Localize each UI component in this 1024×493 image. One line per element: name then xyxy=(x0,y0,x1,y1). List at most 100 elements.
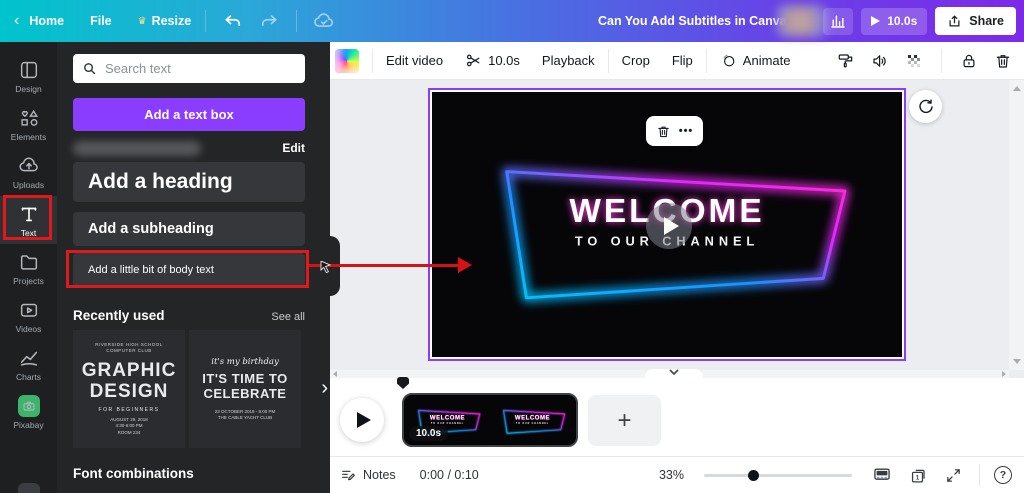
search-input[interactable] xyxy=(105,61,296,76)
status-bar: Notes 0:00 / 0:10 33% 1 ? xyxy=(330,456,1024,493)
recently-used-heading: Recently used xyxy=(73,308,165,323)
playback-time: 0:00 / 0:10 xyxy=(420,468,479,482)
sidebar-item-label: Charts xyxy=(16,372,41,382)
sidebar-item-charts[interactable]: Charts xyxy=(0,340,57,388)
resize-button[interactable]: ♛ Resize xyxy=(138,14,192,28)
sidebar-item-partial[interactable] xyxy=(18,483,40,493)
share-button[interactable]: Share xyxy=(935,7,1016,35)
card-title: DESIGN xyxy=(90,381,169,402)
trim-duration-button[interactable]: 10.0s xyxy=(465,52,520,69)
card-title: IT'S TIME TO xyxy=(202,371,287,386)
video-play-overlay-button[interactable] xyxy=(646,203,692,249)
add-subheading-option[interactable]: Add a subheading xyxy=(73,212,305,246)
analytics-button[interactable] xyxy=(823,8,853,35)
delete-icon[interactable] xyxy=(656,124,671,139)
file-menu[interactable]: File xyxy=(90,14,112,28)
sidebar-item-videos[interactable]: Videos xyxy=(0,292,57,340)
line-chart-icon xyxy=(18,347,40,369)
add-body-text-option[interactable]: Add a little bit of body text xyxy=(73,253,305,287)
sidebar-item-elements[interactable]: Elements xyxy=(0,100,57,148)
crown-icon: ♛ xyxy=(138,16,147,27)
transparency-icon[interactable] xyxy=(905,52,923,70)
color-picker-swatch[interactable] xyxy=(335,49,359,73)
animate-button[interactable]: Animate xyxy=(720,52,791,69)
clip-thumbnail xyxy=(490,396,575,444)
sidebar-item-design[interactable]: Design xyxy=(0,52,57,100)
sidebar-item-label: Design xyxy=(15,84,41,94)
playhead-marker[interactable] xyxy=(397,377,409,389)
sidebar-item-label: Text xyxy=(21,228,37,238)
bar-chart-icon xyxy=(830,13,846,29)
fullscreen-icon[interactable] xyxy=(945,467,962,484)
scroll-down-arrow[interactable] xyxy=(1013,359,1021,364)
undo-button[interactable] xyxy=(220,8,246,34)
cloud-check-icon xyxy=(313,10,335,32)
back-icon[interactable]: ‹ xyxy=(14,13,19,29)
timeline-clip[interactable]: 10.0s xyxy=(402,393,578,447)
card-title: GRAPHIC xyxy=(82,360,177,381)
template-card-celebrate[interactable]: it's my birthday IT'S TIME TO CELEBRATE … xyxy=(189,330,301,448)
lock-icon[interactable] xyxy=(960,52,978,70)
scroll-up-arrow[interactable] xyxy=(1013,86,1021,91)
card-subtitle: FOR BEGINNERS xyxy=(99,407,160,413)
help-button[interactable]: ? xyxy=(994,466,1012,484)
element-context-toolbar: ••• xyxy=(646,116,703,146)
timeline-collapse-tab[interactable] xyxy=(645,369,703,381)
sidebar-item-text[interactable]: Text xyxy=(0,196,57,244)
share-icon xyxy=(947,14,962,29)
template-card-graphic-design[interactable]: RIVERSIDE HIGH SCHOOL COMPUTER CLUB GRAP… xyxy=(73,330,185,448)
flip-button[interactable]: Flip xyxy=(672,53,693,68)
document-title[interactable]: Can You Add Subtitles in Canva xyxy=(598,14,787,28)
cloud-save-status xyxy=(311,8,337,34)
more-options-icon[interactable]: ••• xyxy=(679,125,694,137)
play-icon xyxy=(664,217,679,235)
sidebar-item-projects[interactable]: Projects xyxy=(0,244,57,292)
sidebar-item-uploads[interactable]: Uploads xyxy=(0,148,57,196)
page-count: 1 xyxy=(916,474,920,481)
edit-video-button[interactable]: Edit video xyxy=(386,53,443,68)
delete-icon[interactable] xyxy=(994,52,1012,70)
scissors-icon xyxy=(465,52,482,69)
scroll-left-arrow[interactable] xyxy=(333,371,337,377)
preview-play-button[interactable]: 10.0s xyxy=(861,8,927,35)
see-all-link[interactable]: See all xyxy=(271,311,305,323)
timeline: 10.0s + xyxy=(330,378,1024,456)
vertical-scrollbar[interactable] xyxy=(1009,80,1024,370)
crop-button[interactable]: Crop xyxy=(622,53,650,68)
pages-icon[interactable]: 1 xyxy=(909,466,928,485)
timeline-play-button[interactable] xyxy=(340,398,384,442)
add-page-button[interactable]: + xyxy=(588,395,661,446)
animate-label: Animate xyxy=(743,53,791,68)
undo-icon xyxy=(223,11,243,31)
slider-thumb[interactable] xyxy=(748,470,759,481)
search-icon xyxy=(82,61,97,76)
redo-icon xyxy=(259,11,279,31)
sidebar-item-label: Elements xyxy=(11,132,46,142)
redo-button[interactable] xyxy=(256,8,282,34)
add-heading-option[interactable]: Add a heading xyxy=(73,162,305,202)
home-button[interactable]: Home xyxy=(29,14,64,28)
zoom-slider[interactable] xyxy=(704,468,852,482)
rotate-refresh-button[interactable] xyxy=(909,90,942,123)
play-icon xyxy=(357,412,371,428)
text-icon xyxy=(18,203,40,225)
search-box[interactable] xyxy=(73,54,305,83)
add-text-box-button[interactable]: Add a text box xyxy=(73,98,305,131)
avatar[interactable] xyxy=(777,5,827,37)
sidebar-item-label: Pixabay xyxy=(13,420,43,430)
scroll-right-arrow[interactable] xyxy=(1002,371,1006,377)
sidebar-item-pixabay[interactable]: Pixabay xyxy=(0,388,57,436)
design-icon xyxy=(18,59,40,81)
playback-button[interactable]: Playback xyxy=(542,53,595,68)
cards-next-chevron-icon[interactable]: › xyxy=(321,378,328,398)
brand-kit-name-blurred xyxy=(73,141,201,156)
edit-link[interactable]: Edit xyxy=(282,141,305,155)
trim-duration-value: 10.0s xyxy=(488,53,520,68)
notes-button[interactable]: Notes xyxy=(340,467,396,483)
paint-roller-icon[interactable] xyxy=(837,52,855,70)
videos-icon xyxy=(18,299,40,321)
card-detail: ROOM 234 xyxy=(118,430,141,437)
canvas-toolbar: Edit video 10.0s Playback Crop Flip Anim… xyxy=(330,42,1024,80)
grid-view-icon[interactable] xyxy=(872,465,892,485)
volume-icon[interactable] xyxy=(871,52,889,70)
